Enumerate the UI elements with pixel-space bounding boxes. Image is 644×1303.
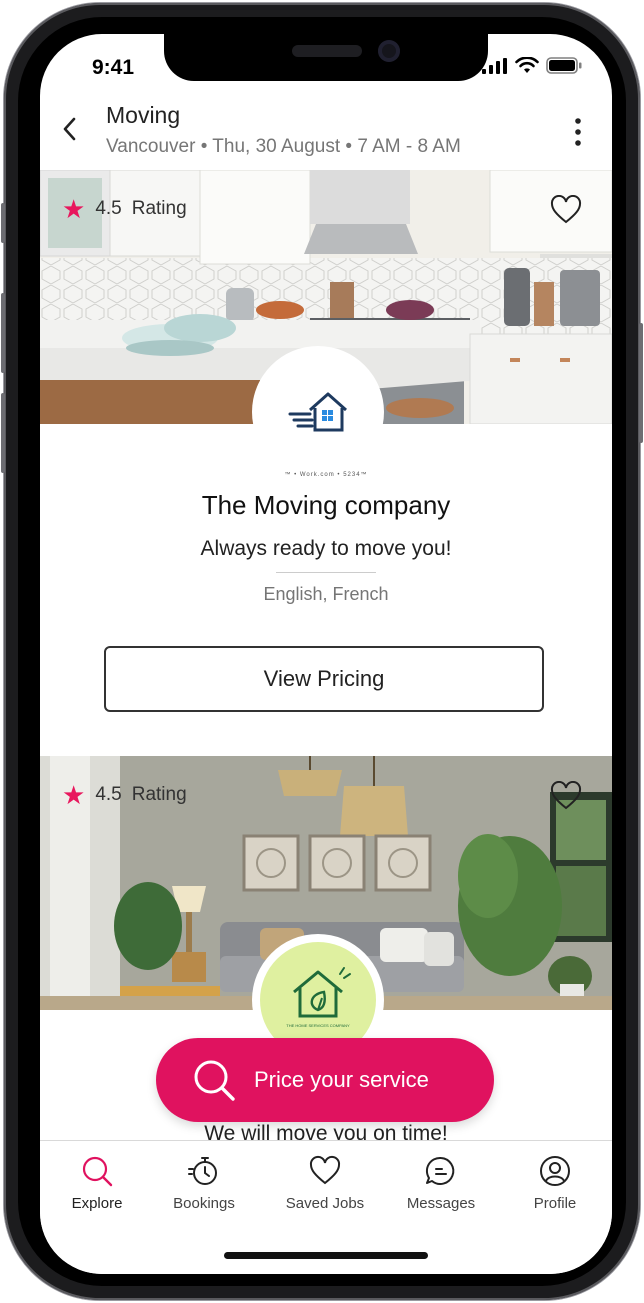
- tab-explore[interactable]: Explore: [40, 1141, 154, 1221]
- tab-label: Messages: [406, 1195, 476, 1212]
- logo-fineprint: ™ • Work.com • 5234™: [284, 472, 368, 478]
- earpiece-speaker: [292, 45, 362, 57]
- tab-messages[interactable]: Messages: [384, 1141, 498, 1221]
- heart-icon: [309, 1155, 341, 1185]
- house-logo-icon: [288, 392, 347, 432]
- company-tagline: We will move you on time!: [204, 1122, 448, 1140]
- user-icon: [540, 1156, 570, 1186]
- volume-up-button: [1, 293, 5, 373]
- view-pricing-button[interactable]: View Pricing: [104, 646, 544, 712]
- price-your-service-button[interactable]: Price your service: [156, 1038, 494, 1122]
- page-subtitle: Vancouver • Thu, 30 August • 7 AM - 8 AM: [106, 136, 461, 157]
- status-icons: [482, 57, 582, 74]
- wifi-icon: [515, 57, 539, 73]
- tab-bookings[interactable]: Bookings: [147, 1141, 261, 1221]
- battery-icon: [546, 57, 582, 74]
- tagline-divider: [276, 572, 376, 573]
- search-icon: [194, 1060, 235, 1101]
- back-arrow-icon[interactable]: [60, 114, 80, 144]
- company-logo-circle: [252, 346, 384, 478]
- volume-down-button: [1, 393, 5, 473]
- company-name: The Moving company: [201, 490, 451, 520]
- power-button: [639, 323, 643, 443]
- heart-icon[interactable]: [550, 781, 582, 811]
- home-indicator: [224, 1252, 428, 1259]
- notch: [164, 34, 488, 81]
- tab-saved-jobs[interactable]: Saved Jobs: [268, 1141, 382, 1221]
- header: Moving Vancouver • Thu, 30 August • 7 AM…: [40, 92, 612, 170]
- rating-value: 4.5: [95, 198, 122, 219]
- stopwatch-icon: [188, 1157, 217, 1185]
- status-time: 9:41: [92, 56, 135, 79]
- rating-badge: ★ 4.5 Rating: [62, 782, 187, 808]
- screen: 9:41 Moving Vancouver • Thu, 30 August •…: [40, 34, 612, 1274]
- rating-value: 4.5: [95, 784, 122, 805]
- logo-text: THE HOME SERVICES COMPANY: [286, 1023, 350, 1028]
- cta-label: Price your service: [254, 1067, 429, 1092]
- front-camera: [378, 40, 400, 62]
- phone-frame: 9:41 Moving Vancouver • Thu, 30 August •…: [1, 3, 643, 1300]
- rating-label: Rating: [131, 784, 187, 805]
- star-icon: ★: [62, 780, 86, 810]
- silent-switch: [1, 203, 5, 243]
- tab-label: Explore: [71, 1195, 123, 1212]
- search-icon: [82, 1156, 113, 1187]
- more-options-icon[interactable]: [570, 116, 586, 148]
- rating-badge: ★ 4.5 Rating: [62, 196, 187, 222]
- tab-label: Profile: [533, 1195, 577, 1212]
- company-languages: English, French: [263, 584, 389, 604]
- company-tagline: Always ready to move you!: [200, 537, 452, 560]
- tab-label: Saved Jobs: [285, 1195, 365, 1212]
- tab-label: Bookings: [173, 1195, 235, 1212]
- rating-label: Rating: [131, 198, 187, 219]
- heart-icon[interactable]: [550, 195, 582, 225]
- star-icon: ★: [62, 194, 86, 224]
- page-title: Moving: [106, 102, 181, 128]
- tab-profile[interactable]: Profile: [498, 1141, 612, 1221]
- chat-bubble-icon: [425, 1156, 455, 1185]
